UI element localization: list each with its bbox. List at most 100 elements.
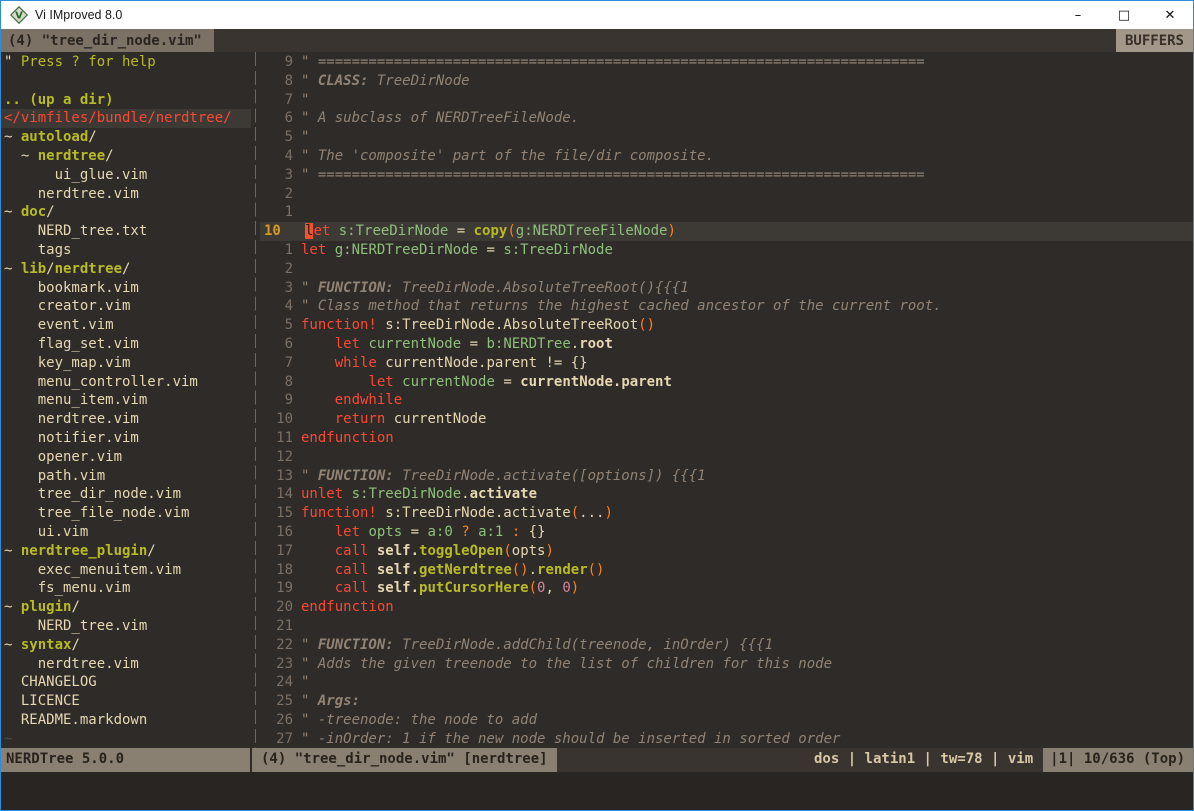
line-number: 19: [260, 579, 301, 598]
tab-tree-dir-node[interactable]: (4) "tree_dir_node.vim": [1, 29, 214, 52]
editor-line[interactable]: 5function! s:TreeDirNode.AbsoluteTreeRoo…: [260, 316, 1193, 335]
line-number: 7: [260, 91, 301, 110]
editor-line[interactable]: 15function! s:TreeDirNode.activate(...): [260, 504, 1193, 523]
nerdtree-line[interactable]: nerdtree.vim: [1, 410, 251, 429]
editor-line[interactable]: 23" Adds the given treenode to the list …: [260, 655, 1193, 674]
vertical-split-separator[interactable]: [251, 52, 260, 748]
nerdtree-line[interactable]: nerdtree.vim: [1, 655, 251, 674]
nerdtree-line[interactable]: tree_file_node.vim: [1, 504, 251, 523]
line-text: ": [301, 91, 309, 110]
editor-line[interactable]: 4" Class method that returns the highest…: [260, 297, 1193, 316]
editor-line[interactable]: 7": [260, 91, 1193, 110]
nerdtree-line[interactable]: creator.vim: [1, 297, 251, 316]
line-text: let opts = a:0 ? a:1 : {}: [301, 523, 546, 542]
line-number: 4: [260, 297, 301, 316]
editor-line[interactable]: 26" -treenode: the node to add: [260, 711, 1193, 730]
maximize-button[interactable]: □: [1101, 1, 1147, 29]
nerdtree-line[interactable]: notifier.vim: [1, 429, 251, 448]
editor-line[interactable]: 16 let opts = a:0 ? a:1 : {}: [260, 523, 1193, 542]
nerdtree-line[interactable]: exec_menuitem.vim: [1, 561, 251, 580]
editor-line[interactable]: 13" FUNCTION: TreeDirNode.activate([opti…: [260, 467, 1193, 486]
nerdtree-line[interactable]: " Press ? for help: [1, 53, 251, 72]
nerdtree-line[interactable]: flag_set.vim: [1, 335, 251, 354]
line-text: call self.getNerdtree().render(): [301, 561, 604, 580]
nerdtree-line[interactable]: README.markdown: [1, 711, 251, 730]
nerdtree-line[interactable]: menu_item.vim: [1, 391, 251, 410]
editor-line[interactable]: 11endfunction: [260, 429, 1193, 448]
nerdtree-line[interactable]: ~ nerdtree_plugin/: [1, 542, 251, 561]
line-number: 23: [260, 655, 301, 674]
line-text: " -inOrder: 1 if the new node should be …: [301, 730, 840, 748]
nerdtree-line[interactable]: ~ nerdtree/: [1, 147, 251, 166]
title-bar[interactable]: V Vi IMproved 8.0 – □ ✕: [1, 1, 1193, 29]
nerdtree-line[interactable]: nerdtree.vim: [1, 185, 251, 204]
nerdtree-line[interactable]: bookmark.vim: [1, 279, 251, 298]
editor-line[interactable]: 1: [260, 203, 1193, 222]
editor-line[interactable]: 25" Args:: [260, 692, 1193, 711]
line-text: " Args:: [301, 692, 360, 711]
editor-line[interactable]: 20endfunction: [260, 598, 1193, 617]
nerdtree-line[interactable]: CHANGELOG: [1, 673, 251, 692]
editor-line[interactable]: 5": [260, 128, 1193, 147]
editor-line[interactable]: 1let g:NERDTreeDirNode = s:TreeDirNode: [260, 241, 1193, 260]
editor-line[interactable]: 8 let currentNode = currentNode.parent: [260, 373, 1193, 392]
editor-line[interactable]: 6 let currentNode = b:NERDTree.root: [260, 335, 1193, 354]
editor-line[interactable]: 14unlet s:TreeDirNode.activate: [260, 485, 1193, 504]
nerdtree-line[interactable]: key_map.vim: [1, 354, 251, 373]
nerdtree-line[interactable]: NERD_tree.vim: [1, 617, 251, 636]
nerdtree-line[interactable]: ui_glue.vim: [1, 166, 251, 185]
line-text: call self.toggleOpen(opts): [301, 542, 554, 561]
nerdtree-line[interactable]: </vimfiles/bundle/nerdtree/: [1, 109, 251, 128]
editor-line[interactable]: 10let s:TreeDirNode = copy(g:NERDTreeFil…: [260, 222, 1193, 241]
nerdtree-line[interactable]: path.vim: [1, 467, 251, 486]
editor-line[interactable]: 27" -inOrder: 1 if the new node should b…: [260, 730, 1193, 748]
editor-line[interactable]: 3" =====================================…: [260, 166, 1193, 185]
editor-line[interactable]: 10 return currentNode: [260, 410, 1193, 429]
nerdtree-line[interactable]: ~ lib/nerdtree/: [1, 260, 251, 279]
line-text: " A subclass of NERDTreeFileNode.: [301, 109, 579, 128]
minimize-button[interactable]: –: [1055, 1, 1101, 29]
line-number: 3: [260, 166, 301, 185]
nerdtree-line[interactable]: ~ autoload/: [1, 128, 251, 147]
nerdtree-line[interactable]: ~ doc/: [1, 203, 251, 222]
nerdtree-line[interactable]: opener.vim: [1, 448, 251, 467]
nerdtree-line[interactable]: tags: [1, 241, 251, 260]
editor-line[interactable]: 4" The 'composite' part of the file/dir …: [260, 147, 1193, 166]
editor-line[interactable]: 12: [260, 448, 1193, 467]
nerdtree-line[interactable]: .. (up a dir): [1, 91, 251, 110]
editor-line[interactable]: 19 call self.putCursorHere(0, 0): [260, 579, 1193, 598]
editor-line[interactable]: 9 endwhile: [260, 391, 1193, 410]
nerdtree-line[interactable]: fs_menu.vim: [1, 579, 251, 598]
editor-line[interactable]: 24": [260, 673, 1193, 692]
line-number: 8: [260, 373, 301, 392]
editor-line[interactable]: 21: [260, 617, 1193, 636]
editor-line[interactable]: 22" FUNCTION: TreeDirNode.addChild(treen…: [260, 636, 1193, 655]
line-text: endfunction: [301, 598, 394, 617]
editor-line[interactable]: 9" =====================================…: [260, 53, 1193, 72]
nerdtree-line[interactable]: tree_dir_node.vim: [1, 485, 251, 504]
editor-line[interactable]: 8" CLASS: TreeDirNode: [260, 72, 1193, 91]
nerdtree-line[interactable]: ui.vim: [1, 523, 251, 542]
editor-line[interactable]: 17 call self.toggleOpen(opts): [260, 542, 1193, 561]
line-number: 1: [260, 203, 301, 222]
command-line[interactable]: [1, 772, 1193, 810]
tab-line: (4) "tree_dir_node.vim" BUFFERS: [1, 29, 1193, 52]
editor-line[interactable]: 2: [260, 185, 1193, 204]
nerdtree-line[interactable]: ~ syntax/: [1, 636, 251, 655]
nerdtree-line[interactable]: [1, 72, 251, 91]
editor-line[interactable]: 6" A subclass of NERDTreeFileNode.: [260, 109, 1193, 128]
editor-line[interactable]: 18 call self.getNerdtree().render(): [260, 561, 1193, 580]
line-number: 17: [260, 542, 301, 561]
editor-line[interactable]: 3" FUNCTION: TreeDirNode.AbsoluteTreeRoo…: [260, 279, 1193, 298]
nerdtree-line[interactable]: ~: [1, 730, 251, 748]
editor-line[interactable]: 2: [260, 260, 1193, 279]
window-title: Vi IMproved 8.0: [35, 8, 122, 22]
editor-line[interactable]: 7 while currentNode.parent != {}: [260, 354, 1193, 373]
nerdtree-line[interactable]: ~ plugin/: [1, 598, 251, 617]
nerdtree-line[interactable]: event.vim: [1, 316, 251, 335]
close-button[interactable]: ✕: [1147, 1, 1193, 29]
nerdtree-line[interactable]: LICENCE: [1, 692, 251, 711]
text-area: " Press ? for help .. (up a dir)</vimfile…: [1, 52, 1193, 748]
nerdtree-line[interactable]: menu_controller.vim: [1, 373, 251, 392]
nerdtree-line[interactable]: NERD_tree.txt: [1, 222, 251, 241]
